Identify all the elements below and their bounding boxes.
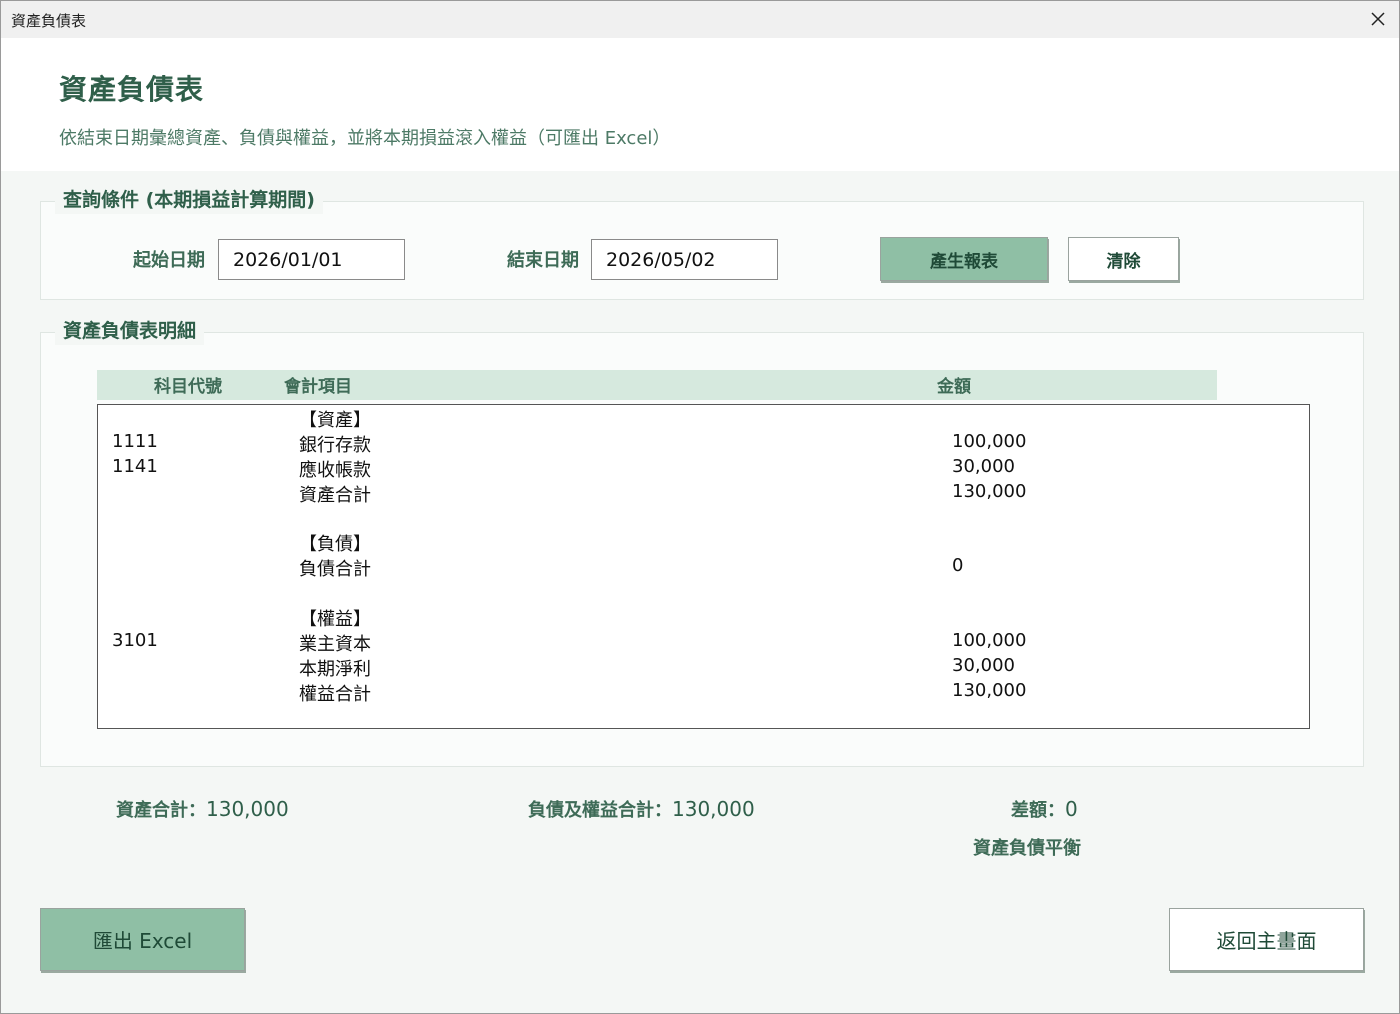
liabilities-equity-total-value: 130,000 — [672, 797, 755, 821]
export-excel-button[interactable]: 匯出 Excel — [40, 908, 245, 971]
balance-sheet-window: 資產負債表 資產負債表 依結束日期彙總資產、負債與權益，並將本期損益滾入權益（可… — [0, 0, 1400, 1014]
liabilities-equity-total-label: 負債及權益合計： — [528, 800, 672, 821]
list-item[interactable]: 1111 銀行存款 100,000 — [98, 431, 1309, 456]
close-button[interactable] — [1363, 5, 1393, 33]
page-header: 資產負債表 依結束日期彙總資產、負債與權益，並將本期損益滾入權益（可匯出 Exc… — [1, 38, 1399, 171]
assets-total: 資產合計：130,000 — [116, 796, 289, 822]
detail-list[interactable]: 【資產】 1111 銀行存款 100,000 1141 應收帳款 30,000 … — [97, 404, 1310, 729]
detail-column-header: 科目代號 會計項目 金額 — [97, 370, 1217, 400]
list-item[interactable]: 【權益】 — [98, 605, 1309, 630]
row-item: 【資產】 — [299, 410, 371, 431]
title-bar: 資產負債表 — [1, 1, 1399, 38]
row-amount: 130,000 — [952, 680, 1027, 701]
list-item[interactable]: 資產合計 130,000 — [98, 481, 1309, 506]
column-header-amount: 金額 — [937, 377, 971, 397]
page-subtitle: 依結束日期彙總資產、負債與權益，並將本期損益滾入權益（可匯出 Excel） — [59, 128, 671, 149]
end-date-input[interactable] — [591, 239, 778, 280]
window-title: 資產負債表 — [11, 12, 87, 30]
list-item[interactable]: 負債合計 0 — [98, 555, 1309, 580]
column-header-code: 科目代號 — [154, 377, 222, 397]
assets-total-value: 130,000 — [206, 797, 289, 821]
detail-group-legend: 資產負債表明細 — [55, 317, 205, 345]
balance-status: 資產負債平衡 — [973, 838, 1081, 859]
row-amount: 100,000 — [952, 630, 1027, 651]
list-item[interactable]: 【負債】 — [98, 530, 1309, 555]
row-item: 權益合計 — [299, 684, 371, 705]
row-item: 銀行存款 — [299, 435, 371, 456]
difference-value: 0 — [1065, 797, 1078, 821]
row-code: 1141 — [112, 456, 158, 477]
close-icon — [1371, 12, 1385, 26]
row-item: 本期淨利 — [299, 659, 371, 680]
row-code: 3101 — [112, 630, 158, 651]
assets-total-label: 資產合計： — [116, 800, 206, 821]
start-date-label: 起始日期 — [133, 250, 205, 271]
row-amount: 100,000 — [952, 431, 1027, 452]
row-item: 應收帳款 — [299, 460, 371, 481]
row-amount: 30,000 — [952, 655, 1015, 676]
row-amount: 130,000 — [952, 481, 1027, 502]
start-date-input[interactable] — [218, 239, 405, 280]
liabilities-equity-total: 負債及權益合計：130,000 — [528, 796, 755, 822]
list-item[interactable]: 1141 應收帳款 30,000 — [98, 456, 1309, 481]
row-code: 1111 — [112, 431, 158, 452]
list-item[interactable]: 【資產】 — [98, 406, 1309, 431]
row-item: 負債合計 — [299, 559, 371, 580]
row-item: 【負債】 — [299, 534, 371, 555]
list-item[interactable]: 3101 業主資本 100,000 — [98, 630, 1309, 655]
clear-button[interactable]: 清除 — [1068, 237, 1179, 281]
list-item[interactable]: 權益合計 130,000 — [98, 680, 1309, 705]
list-item[interactable] — [98, 506, 1309, 531]
row-item: 資產合計 — [299, 485, 371, 506]
row-amount: 30,000 — [952, 456, 1015, 477]
generate-report-button[interactable]: 產生報表 — [880, 237, 1048, 281]
list-item[interactable]: 本期淨利 30,000 — [98, 655, 1309, 680]
list-item[interactable] — [98, 580, 1309, 605]
back-to-main-button[interactable]: 返回主畫面 — [1169, 908, 1364, 971]
difference-label: 差額： — [1011, 800, 1065, 821]
end-date-label: 結束日期 — [507, 250, 579, 271]
difference: 差額：0 — [1011, 796, 1078, 822]
row-amount: 0 — [952, 555, 964, 576]
row-item: 【權益】 — [299, 609, 371, 630]
row-item: 業主資本 — [299, 634, 371, 655]
query-group-legend: 查詢條件 (本期損益計算期間) — [55, 186, 323, 214]
page-title: 資產負債表 — [59, 73, 205, 106]
column-header-item: 會計項目 — [284, 377, 352, 397]
